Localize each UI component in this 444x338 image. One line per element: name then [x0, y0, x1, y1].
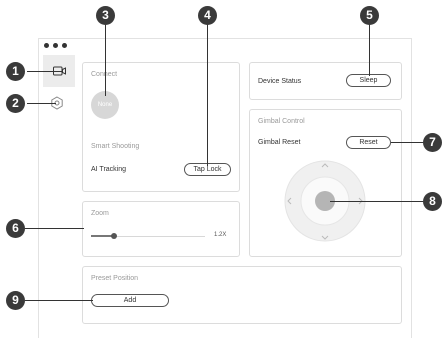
- leader-line-5: [369, 24, 370, 76]
- leader-line-4: [207, 24, 208, 166]
- callout-badge-6: 6: [6, 219, 25, 238]
- preset-position-title: Preset Position: [91, 275, 139, 282]
- device-status-label: Device Status: [258, 78, 302, 85]
- leader-line-8: [330, 201, 427, 202]
- leader-line-1: [27, 71, 63, 72]
- callout-badge-5: 5: [360, 6, 379, 25]
- zoom-value: 1.2X: [214, 232, 227, 238]
- callout-badge-3: 3: [96, 6, 115, 25]
- add-preset-button[interactable]: Add: [91, 294, 169, 307]
- callout-badge-1: 1: [6, 62, 25, 81]
- zoom-slider-thumb[interactable]: [111, 233, 117, 239]
- leader-line-7: [391, 142, 426, 143]
- leader-line-3: [105, 24, 106, 96]
- ai-tracking-label: AI Tracking: [91, 166, 127, 173]
- zoom-title: Zoom: [91, 210, 109, 217]
- gimbal-reset-label: Gimbal Reset: [258, 139, 301, 146]
- callout-badge-7: 7: [423, 133, 442, 152]
- zoom-slider[interactable]: [91, 233, 205, 239]
- callout-badge-4: 4: [198, 6, 217, 25]
- window-close-dot[interactable]: [44, 43, 49, 48]
- leader-line-6: [25, 228, 84, 229]
- callout-badge-9: 9: [6, 291, 25, 310]
- smart-shooting-title: Smart Shooting: [91, 143, 140, 150]
- leader-line-9: [25, 300, 93, 301]
- leader-line-2: [27, 103, 56, 104]
- gimbal-control-title: Gimbal Control: [258, 118, 305, 125]
- callout-badge-2: 2: [6, 94, 25, 113]
- window-maximize-dot[interactable]: [62, 43, 67, 48]
- reset-button[interactable]: Reset: [346, 136, 391, 149]
- window-minimize-dot[interactable]: [53, 43, 58, 48]
- callout-badge-8: 8: [423, 192, 442, 211]
